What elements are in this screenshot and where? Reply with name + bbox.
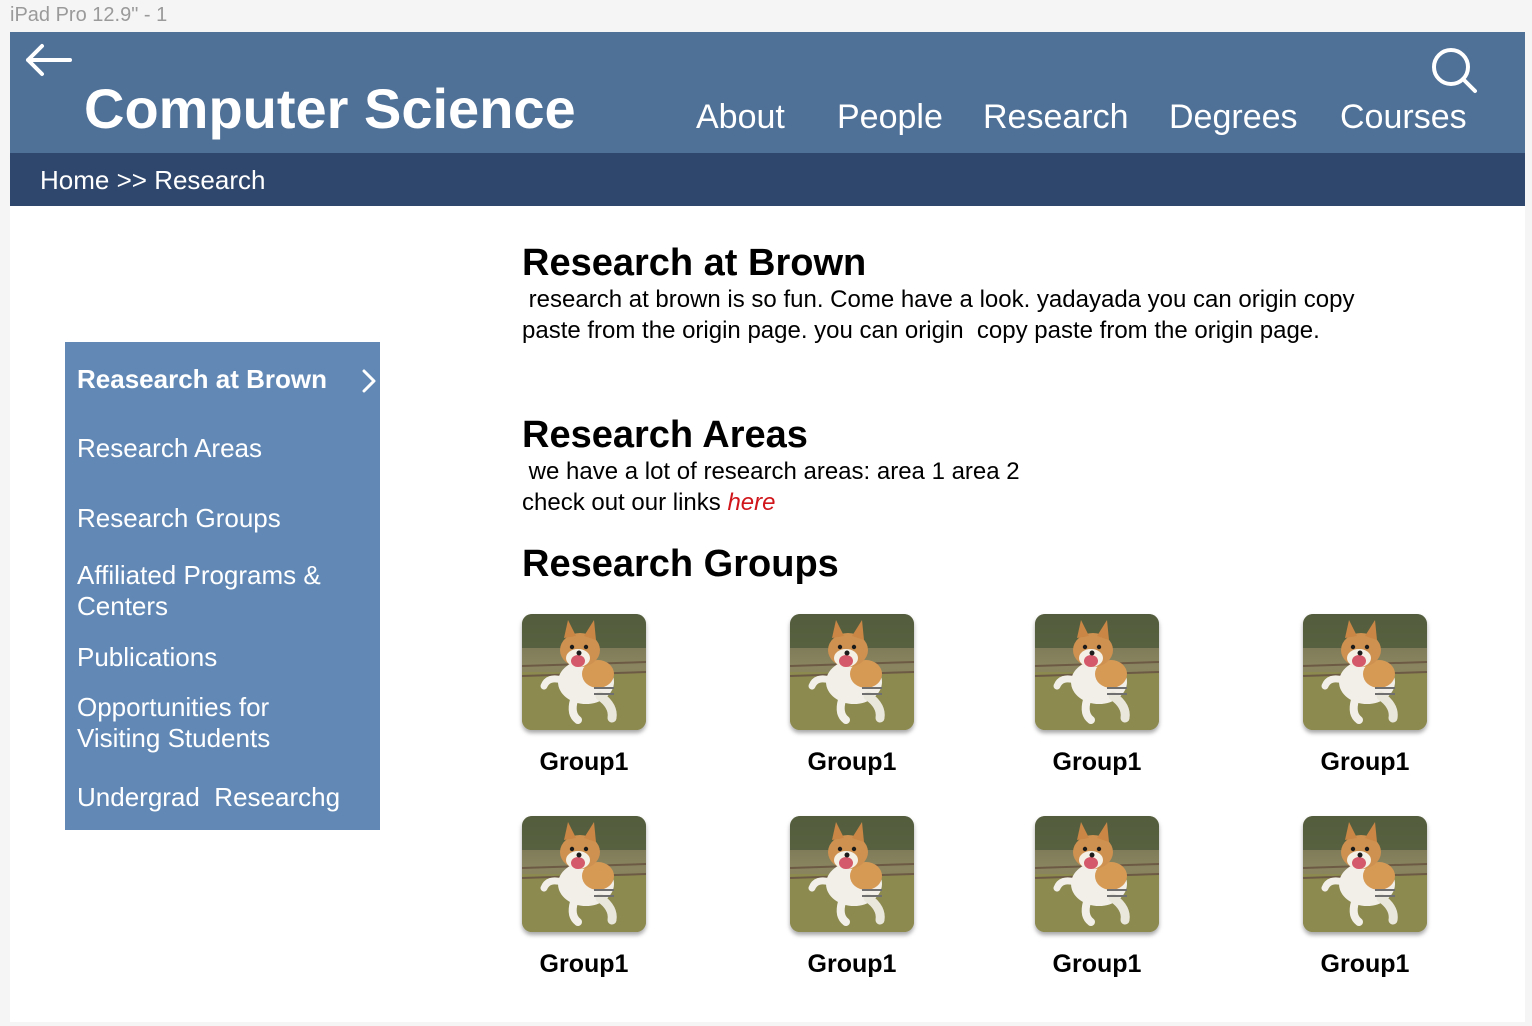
sidebar-item-visiting-students[interactable]: Opportunities for Visiting Students (77, 692, 327, 754)
research-group-card[interactable]: Group1 (790, 816, 914, 978)
sidebar-item-research-at-brown[interactable]: Reasearch at Brown (77, 364, 376, 395)
sidebar-item-research-groups[interactable]: Research Groups (77, 503, 367, 534)
group-label[interactable]: Group1 (770, 748, 934, 777)
group-label[interactable]: Group1 (1283, 950, 1447, 979)
page: Computer Science About People Research D… (10, 32, 1525, 1022)
sidebar-item-publications[interactable]: Publications (77, 642, 367, 673)
group-label[interactable]: Group1 (1015, 950, 1179, 979)
heading-research-at-brown: Research at Brown (522, 242, 867, 284)
research-group-card[interactable]: Group1 (1303, 614, 1427, 776)
research-group-card[interactable]: Group1 (522, 816, 646, 978)
back-arrow-icon[interactable] (22, 42, 74, 78)
nav-about[interactable]: About (696, 98, 785, 137)
nav-degrees[interactable]: Degrees (1169, 98, 1298, 137)
chevron-right-icon (362, 369, 376, 393)
nav-people[interactable]: People (837, 98, 943, 137)
research-group-card[interactable]: Group1 (1035, 614, 1159, 776)
group-image[interactable] (790, 816, 914, 932)
nav-research[interactable]: Research (983, 98, 1129, 137)
heading-research-groups: Research Groups (522, 543, 839, 585)
group-label[interactable]: Group1 (502, 748, 666, 777)
here-link[interactable]: here (727, 489, 775, 516)
group-image[interactable] (522, 816, 646, 932)
group-label[interactable]: Group1 (1015, 748, 1179, 777)
sidebar-item-label: Reasearch at Brown (77, 364, 327, 394)
group-image[interactable] (1035, 816, 1159, 932)
research-group-card[interactable]: Group1 (1303, 816, 1427, 978)
research-group-card[interactable]: Group1 (790, 614, 914, 776)
breadcrumb-separator: >> (109, 165, 155, 195)
nav-courses[interactable]: Courses (1340, 98, 1467, 137)
group-image[interactable] (1303, 614, 1427, 730)
links-prefix: check out our links (522, 489, 728, 516)
sidebar-item-research-areas[interactable]: Research Areas (77, 433, 367, 464)
research-areas-text: we have a lot of research areas: area 1 … (522, 456, 1422, 518)
breadcrumb-current: Research (154, 165, 266, 195)
site-header: Computer Science About People Research D… (10, 32, 1525, 153)
research-group-card[interactable]: Group1 (522, 614, 646, 776)
site-title[interactable]: Computer Science (84, 76, 576, 141)
sidebar-nav: Reasearch at Brown Research Areas Resear… (65, 342, 380, 830)
group-image[interactable] (790, 614, 914, 730)
group-label[interactable]: Group1 (1283, 748, 1447, 777)
group-label[interactable]: Group1 (502, 950, 666, 979)
sidebar-item-affiliated-programs[interactable]: Affiliated Programs & Centers (77, 560, 367, 622)
research-group-card[interactable]: Group1 (1035, 816, 1159, 978)
group-image[interactable] (1035, 614, 1159, 730)
research-areas-line: we have a lot of research areas: area 1 … (522, 458, 1020, 485)
group-label[interactable]: Group1 (770, 950, 934, 979)
heading-research-areas: Research Areas (522, 414, 808, 456)
breadcrumb: Home >> Research (40, 165, 265, 196)
sidebar-item-undergrad-research[interactable]: Undergrad Researchg (77, 782, 367, 813)
breadcrumb-home[interactable]: Home (40, 165, 109, 195)
breadcrumb-bar: Home >> Research (10, 153, 1525, 206)
group-image[interactable] (522, 614, 646, 730)
search-icon[interactable] (1430, 46, 1478, 94)
group-image[interactable] (1303, 816, 1427, 932)
frame-label: iPad Pro 12.9" - 1 (10, 4, 168, 26)
research-at-brown-text: research at brown is so fun. Come have a… (522, 286, 1362, 344)
